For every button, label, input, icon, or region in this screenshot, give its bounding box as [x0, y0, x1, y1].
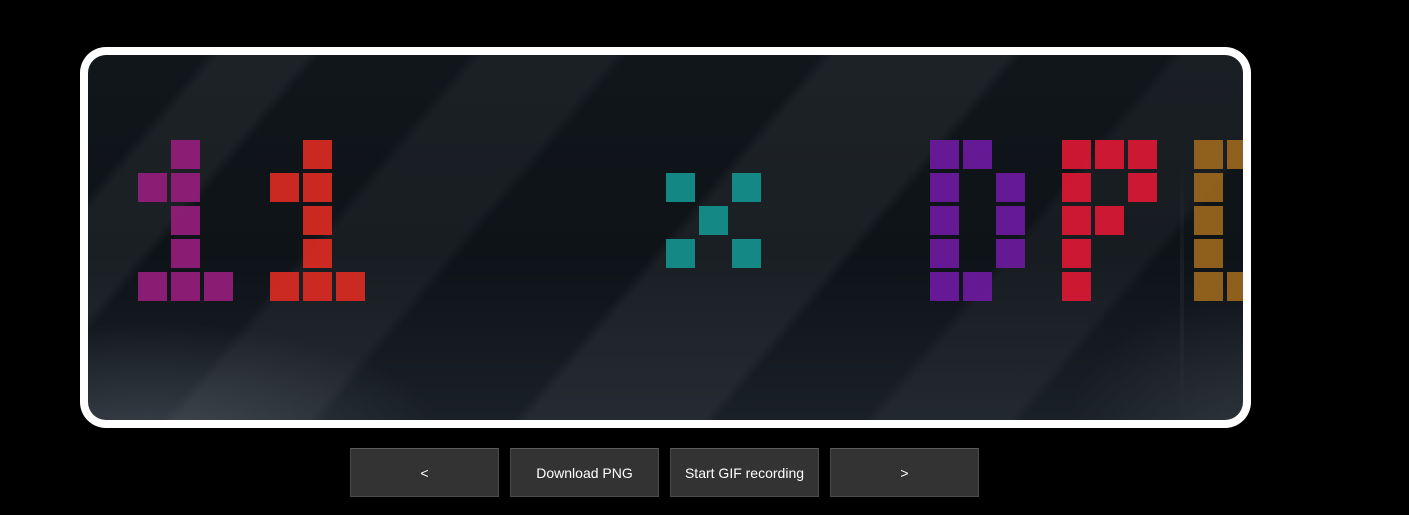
led-pixel: [963, 272, 992, 301]
led-pixel: [930, 206, 959, 235]
control-bar: < Download PNG Start GIF recording >: [350, 448, 979, 497]
led-pixel: [930, 239, 959, 268]
led-pixel: [1062, 173, 1091, 202]
led-pixel: [270, 272, 299, 301]
led-pixel: [930, 173, 959, 202]
led-pixel: [1227, 272, 1243, 301]
pixel-text: [88, 55, 1243, 420]
led-pixel: [666, 173, 695, 202]
led-pixel: [1095, 140, 1124, 169]
download-png-button[interactable]: Download PNG: [510, 448, 659, 497]
led-pixel: [1062, 272, 1091, 301]
led-pixel: [1194, 173, 1223, 202]
led-pixel: [996, 173, 1025, 202]
led-pixel: [171, 206, 200, 235]
led-pixel: [303, 173, 332, 202]
app-stage: < Download PNG Start GIF recording >: [0, 0, 1409, 515]
led-pixel: [699, 206, 728, 235]
led-pixel: [1194, 206, 1223, 235]
led-pixel: [963, 140, 992, 169]
led-display-screen: [88, 55, 1243, 420]
previous-button[interactable]: <: [350, 448, 499, 497]
led-pixel: [930, 140, 959, 169]
led-pixel: [1227, 140, 1243, 169]
led-pixel: [336, 272, 365, 301]
led-pixel: [930, 272, 959, 301]
led-pixel: [1062, 140, 1091, 169]
led-pixel: [138, 272, 167, 301]
led-pixel: [171, 140, 200, 169]
led-pixel: [732, 173, 761, 202]
led-pixel: [1095, 206, 1124, 235]
led-pixel: [171, 239, 200, 268]
led-pixel: [303, 206, 332, 235]
led-pixel: [996, 239, 1025, 268]
led-pixel: [270, 173, 299, 202]
led-pixel: [204, 272, 233, 301]
led-pixel: [1194, 140, 1223, 169]
led-pixel: [1062, 239, 1091, 268]
led-pixel: [138, 173, 167, 202]
led-pixel: [1128, 140, 1157, 169]
led-pixel: [732, 239, 761, 268]
led-pixel: [171, 173, 200, 202]
led-pixel: [303, 140, 332, 169]
led-pixel: [1194, 239, 1223, 268]
led-pixel: [666, 239, 695, 268]
start-gif-recording-button[interactable]: Start GIF recording: [670, 448, 819, 497]
led-pixel: [303, 239, 332, 268]
led-pixel: [1194, 272, 1223, 301]
led-display-frame: [80, 47, 1251, 428]
next-button[interactable]: >: [830, 448, 979, 497]
led-pixel: [171, 272, 200, 301]
led-pixel: [303, 272, 332, 301]
led-pixel: [1128, 173, 1157, 202]
led-pixel: [1062, 206, 1091, 235]
led-pixel: [996, 206, 1025, 235]
